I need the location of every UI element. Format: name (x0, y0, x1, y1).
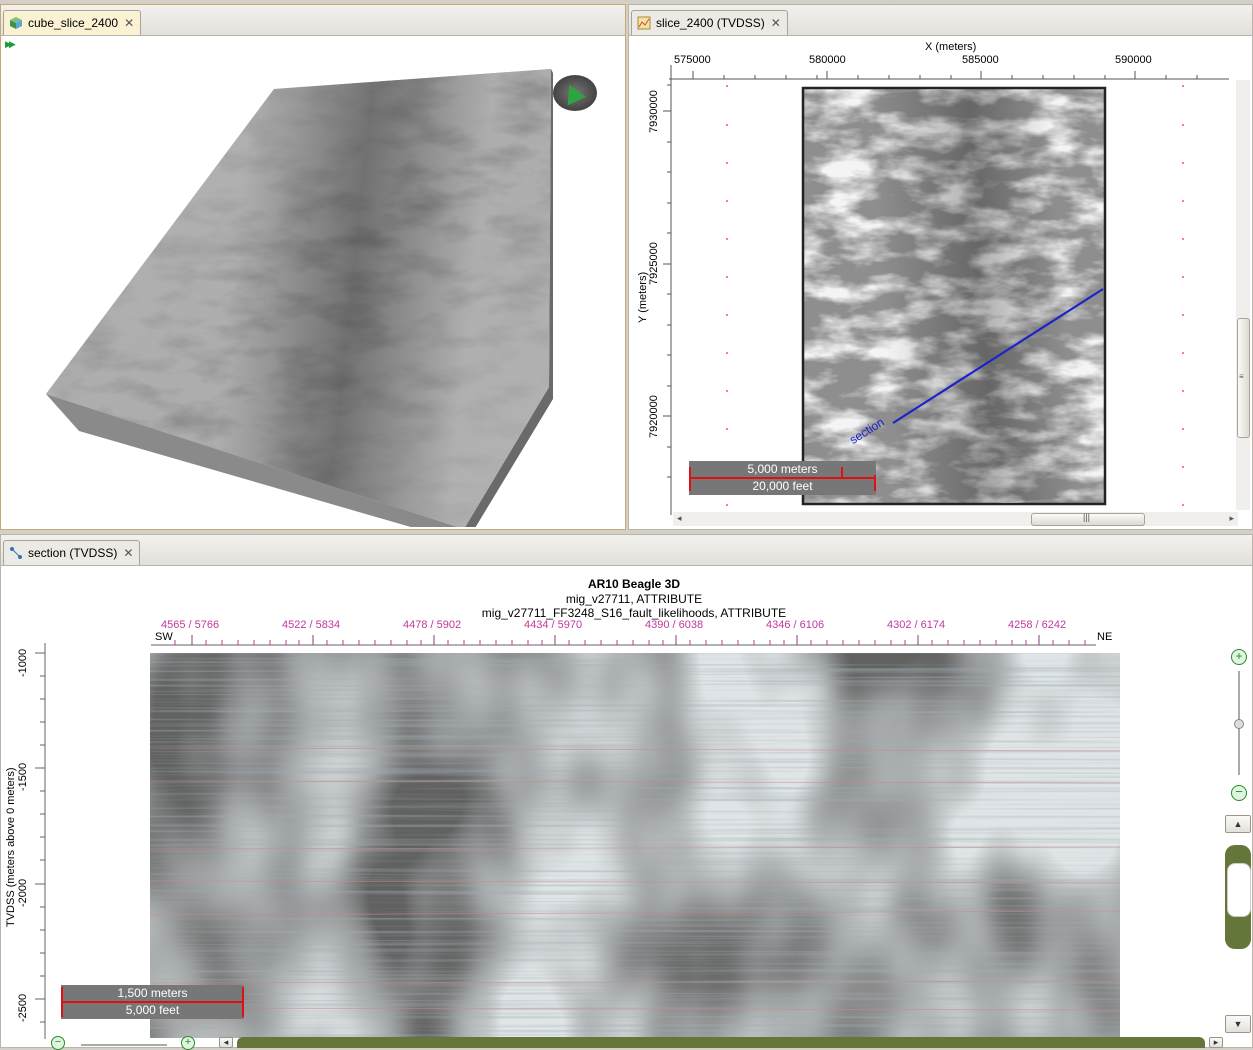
tab-slice[interactable]: slice_2400 (TVDSS) ✕ (631, 10, 788, 35)
scroll-down-icon[interactable]: ▼ (1225, 1015, 1251, 1033)
trace-label-1: 4565 / 5766 (161, 619, 220, 631)
tab-section-label: section (TVDSS) (28, 546, 118, 560)
section-subtitle-2: mig_v27711_FF3248_S16_fault_likelihoods,… (481, 606, 787, 620)
trace-label-5: 4390 / 6038 (645, 619, 704, 631)
tab-slice-label: slice_2400 (TVDSS) (656, 16, 765, 30)
scroll-right-icon[interactable]: ▸ (1229, 513, 1234, 524)
close-icon[interactable]: ✕ (124, 11, 134, 35)
section-icon (10, 547, 22, 559)
section-title: AR10 Beagle 3D (587, 577, 681, 591)
trace-label-6: 4346 / 6106 (766, 619, 825, 631)
section-panel: section (TVDSS) ✕ AR10 Beagle 3D mig_v277… (0, 534, 1253, 1050)
x-tick-585000: 585000 (962, 54, 999, 66)
section-image[interactable] (150, 653, 1120, 1038)
map-scale-bar: 5,000 meters 20,000 feet (689, 461, 876, 495)
x-tick-590000: 590000 (1115, 54, 1152, 66)
tab-cube-slice[interactable]: cube_slice_2400 ✕ (3, 10, 142, 35)
section-tabstrip: section (TVDSS) ✕ (1, 535, 1252, 566)
slice-tabstrip: slice_2400 (TVDSS) ✕ (629, 5, 1252, 36)
scroll-left-icon[interactable]: ◂ (219, 1037, 233, 1048)
slice-map-panel: slice_2400 (TVDSS) ✕ X (meters) 575000 58… (628, 4, 1253, 530)
x-tick-575000: 575000 (674, 54, 711, 66)
section-scale-feet: 5,000 feet (125, 1003, 180, 1017)
trace-label-7: 4302 / 6174 (887, 619, 946, 631)
y-tick-minus-2000: -2000 (17, 878, 29, 907)
map-icon (637, 16, 651, 30)
cube-tabstrip: cube_slice_2400 ✕ (1, 5, 625, 36)
map-horizontal-scrollbar[interactable]: ◂ ||| ▸ (673, 512, 1238, 526)
trace-label-8: 4258 / 6242 (1008, 619, 1067, 631)
map-vertical-scrollbar[interactable]: ≡ (1236, 80, 1250, 510)
close-icon[interactable]: ✕ (123, 541, 133, 565)
section-subtitle-1: mig_v27711, ATTRIBUTE (565, 592, 703, 606)
compass-icon[interactable] (553, 75, 597, 111)
section-scale-meters: 1,500 meters (117, 986, 188, 1000)
section-vertical-scrollbar[interactable]: ▲ ▼ (1225, 815, 1251, 1033)
y-tick-minus-2500: -2500 (17, 993, 29, 1022)
zoom-in-vertical-icon[interactable]: + (1231, 649, 1247, 665)
x-tick-580000: 580000 (809, 54, 846, 66)
scroll-right-icon[interactable]: ▸ (1209, 1037, 1223, 1048)
scroll-up-icon[interactable]: ▲ (1225, 815, 1251, 833)
zoom-out-vertical-icon[interactable]: − (1231, 785, 1247, 801)
trace-axis-ticks (151, 635, 1096, 646)
vertical-zoom-slider[interactable] (1234, 671, 1244, 775)
tab-section[interactable]: section (TVDSS) ✕ (3, 540, 141, 565)
y-tick-minus-1000: -1000 (17, 648, 29, 677)
cube-icon (10, 17, 22, 29)
section-horizontal-scrollbar[interactable]: ◂ ▸ (219, 1037, 1225, 1048)
scale-meters: 5,000 meters (747, 462, 818, 476)
section-scale-bar: 1,500 meters 5,000 feet (61, 985, 244, 1019)
trace-label-4: 4434 / 5970 (524, 619, 583, 631)
x-axis-ticks (669, 71, 1229, 80)
cube-3d-render[interactable] (1, 37, 625, 527)
tab-cube-slice-label: cube_slice_2400 (28, 16, 119, 30)
horizontal-zoom-slider[interactable] (81, 1044, 167, 1046)
scale-feet: 20,000 feet (752, 479, 813, 493)
section-y-axis-label: TVDSS (meters above 0 meters) (5, 767, 17, 927)
close-icon[interactable]: ✕ (771, 11, 781, 35)
section-y-axis-ticks (35, 643, 46, 1039)
x-axis-label: X (meters) (925, 41, 977, 53)
slice-map-canvas[interactable] (673, 80, 1238, 510)
y-tick-minus-1500: -1500 (17, 762, 29, 791)
trace-label-3: 4478 / 5902 (403, 619, 462, 631)
y-axis-ticks (663, 65, 672, 515)
cube-view-panel: cube_slice_2400 ✕ ▶▶ (0, 4, 626, 530)
trace-label-2: 4522 / 5834 (282, 619, 341, 631)
scroll-left-icon[interactable]: ◂ (677, 513, 682, 524)
